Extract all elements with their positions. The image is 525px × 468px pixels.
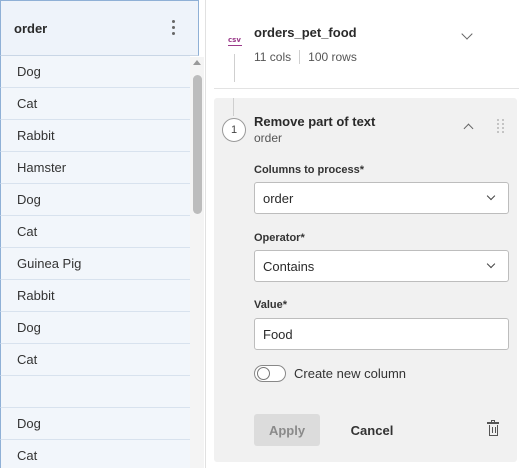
table-row: Cat [0,440,190,468]
value-input[interactable]: Food [254,318,509,350]
create-column-toggle[interactable] [254,365,286,382]
cancel-button[interactable]: Cancel [344,414,400,446]
operator-label: Operator* [254,232,305,244]
table-row: Dog [0,56,190,88]
table-row: Cat [0,88,190,120]
drag-handle-icon[interactable] [497,119,505,133]
csv-icon-text: csv [228,36,241,44]
step-number: 1 [222,118,246,142]
chevron-down-icon[interactable] [461,28,473,40]
chevron-down-icon [486,259,496,269]
operator-select[interactable]: Contains [254,250,509,282]
column-values-list: Dog Cat Rabbit Hamster Dog Cat Guinea Pi… [0,56,190,468]
meta-separator [299,50,301,64]
step-card: 1 Remove part of text order Columns to p… [214,98,517,462]
scroll-up-arrow-icon[interactable] [193,60,201,65]
table-row-empty [0,376,190,408]
table-row: Guinea Pig [0,248,190,280]
timeline-connector [233,98,234,116]
table-row: Rabbit [0,120,190,152]
more-options-icon[interactable] [172,18,176,38]
columns-label: Columns to process* [254,164,365,176]
section-divider [214,88,519,89]
columns-select[interactable]: order [254,182,509,214]
columns-select-value: order [263,190,294,206]
step-subtitle: order [254,131,283,145]
column-panel: order Dog Cat Rabbit Hamster Dog Cat Gui… [0,0,206,468]
chevron-up-icon[interactable] [463,123,474,134]
table-row: Hamster [0,152,190,184]
source-name: orders_pet_food [254,25,357,40]
value-input-text: Food [263,326,293,342]
column-header-title: order [14,20,48,36]
table-row: Dog [0,408,190,440]
value-label: Value* [254,299,288,311]
table-row: Rabbit [0,280,190,312]
source-rows: 100 rows [308,50,357,64]
chevron-down-icon [486,191,496,201]
operator-select-value: Contains [263,258,315,274]
table-row: Dog [0,312,190,344]
timeline-connector [234,54,235,82]
apply-button[interactable]: Apply [254,414,320,446]
scrollbar-thumb[interactable] [193,75,202,214]
create-column-label: Create new column [294,366,406,381]
toggle-knob [257,367,270,380]
step-title: Remove part of text [254,114,376,129]
pipeline-panel: csv orders_pet_food 11 cols 100 rows 1 R… [206,0,525,468]
source-cols: 11 cols [254,50,292,64]
trash-icon[interactable] [487,420,499,437]
table-row: Cat [0,216,190,248]
column-header[interactable]: order [0,0,199,56]
csv-file-icon: csv [228,36,242,52]
table-row: Cat [0,344,190,376]
table-row: Dog [0,184,190,216]
source-meta: 11 cols 100 rows [254,50,357,64]
